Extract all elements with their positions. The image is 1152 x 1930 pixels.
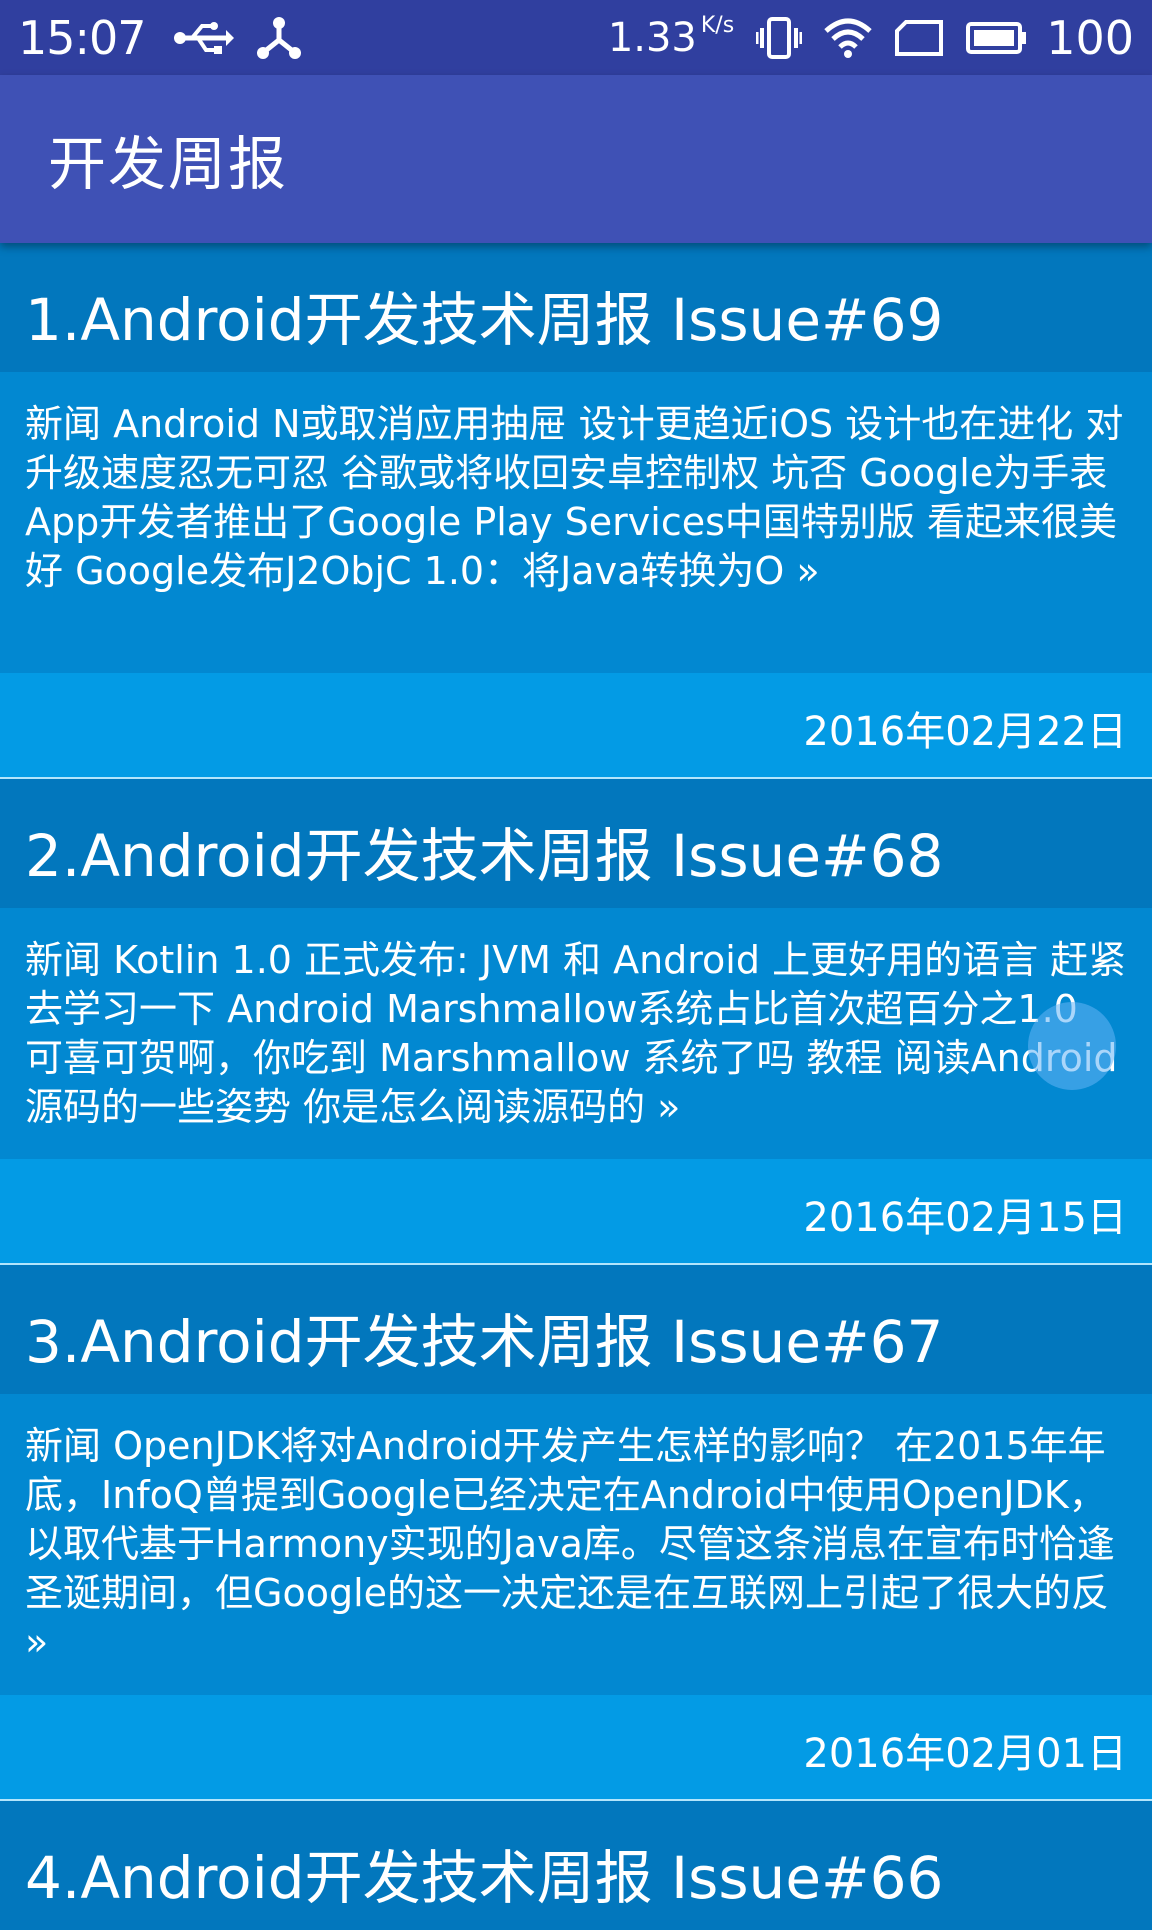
share-icon (256, 16, 302, 60)
article-card[interactable]: 3.Android开发技术周报 Issue#67 新闻 OpenJDK将对And… (0, 1265, 1152, 1801)
status-time: 15:07 (18, 10, 147, 65)
article-title[interactable]: 2.Android开发技术周报 Issue#68 (0, 779, 1152, 908)
battery-level: 100 (1046, 10, 1134, 65)
status-left: 15:07 (18, 11, 302, 65)
net-speed: 1.33 K/s (607, 12, 735, 61)
article-card[interactable]: 2.Android开发技术周报 Issue#68 新闻 Kotlin 1.0 正… (0, 779, 1152, 1265)
article-card[interactable]: 1.Android开发技术周报 Issue#69 新闻 Android N或取消… (0, 243, 1152, 779)
app-bar: 开发周报 (0, 75, 1152, 243)
net-speed-unit: K/s (700, 12, 735, 38)
article-summary[interactable]: 新闻 Android N或取消应用抽屉 设计更趋近iOS 设计也在进化 对升级速… (0, 372, 1152, 673)
wifi-icon (824, 17, 872, 59)
vibrate-icon (756, 16, 803, 60)
article-title[interactable]: 1.Android开发技术周报 Issue#69 (0, 243, 1152, 372)
article-date: 2016年02月15日 (0, 1159, 1152, 1263)
article-card[interactable]: 4.Android开发技术周报 Issue#66 (0, 1801, 1152, 1930)
touch-ripple-indicator (1028, 1002, 1116, 1090)
article-summary[interactable]: 新闻 Kotlin 1.0 正式发布: JVM 和 Android 上更好用的语… (0, 908, 1152, 1159)
article-title[interactable]: 3.Android开发技术周报 Issue#67 (0, 1265, 1152, 1394)
status-bar: 15:07 1.33 K/s 100 (0, 0, 1152, 75)
usb-icon (172, 18, 234, 58)
page-title: 开发周报 (48, 130, 289, 198)
article-summary[interactable]: 新闻 OpenJDK将对Android开发产生怎样的影响？ 在2015年年底，I… (0, 1394, 1152, 1695)
net-speed-value: 1.33 (607, 14, 697, 61)
battery-icon (966, 21, 1028, 55)
status-right: 1.33 K/s 100 (586, 11, 1134, 65)
article-date: 2016年02月01日 (0, 1695, 1152, 1799)
article-title[interactable]: 4.Android开发技术周报 Issue#66 (0, 1801, 1152, 1930)
article-list[interactable]: 1.Android开发技术周报 Issue#69 新闻 Android N或取消… (0, 243, 1152, 1930)
article-date: 2016年02月22日 (0, 673, 1152, 777)
sim-card-icon (894, 19, 944, 57)
